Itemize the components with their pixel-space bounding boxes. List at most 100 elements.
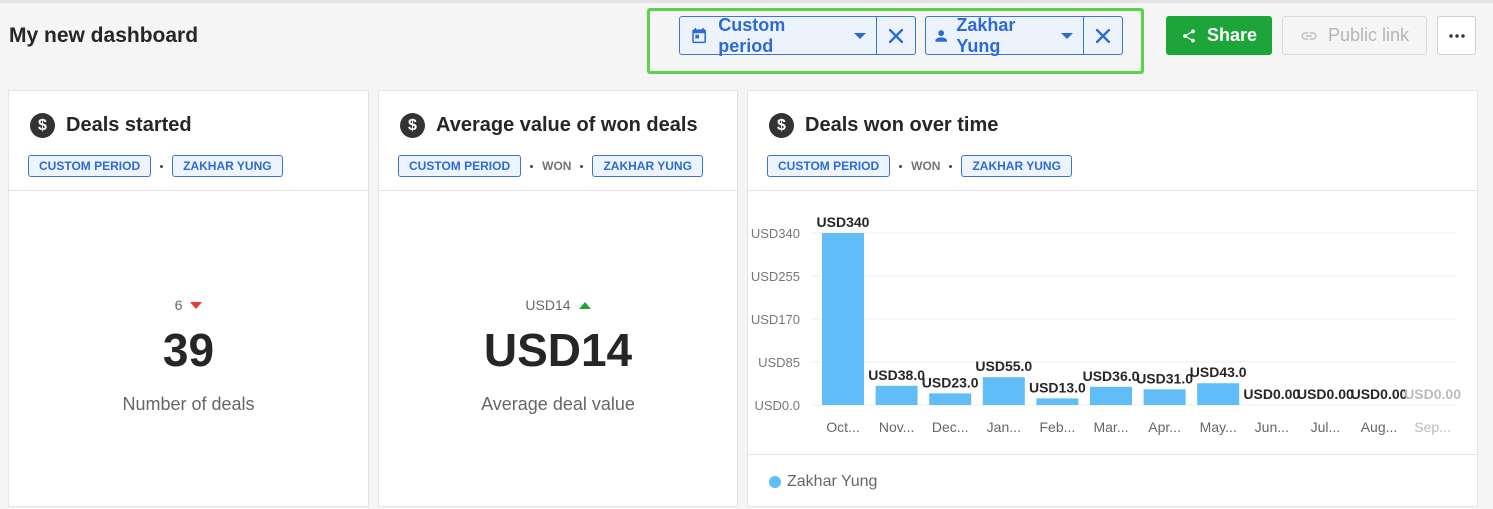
y-tick-label: USD255 — [751, 269, 800, 284]
bar — [822, 233, 864, 405]
x-tick-label: Jul... — [1311, 419, 1341, 435]
delta-value: USD14 — [525, 297, 571, 313]
public-link-label: Public link — [1327, 25, 1410, 45]
calendar-icon — [692, 27, 706, 44]
data-label: USD38.0 — [868, 367, 925, 383]
card-title: Average value of won deals — [436, 114, 698, 136]
share-button[interactable]: Share — [1166, 16, 1272, 55]
card-title: Deals started — [66, 114, 192, 136]
kpi-value: 39 — [162, 324, 215, 376]
card-title: Deals won over time — [805, 114, 999, 136]
y-tick-label: USD170 — [751, 312, 800, 327]
tag-status: WON — [542, 159, 572, 173]
bar-chart: USD0.0 USD85 USD170 USD255 USD340 USD340 Oct..… — [751, 214, 1461, 435]
period-filter[interactable]: Custom period — [679, 14, 916, 56]
tag-period[interactable]: CUSTOM PERIOD — [767, 155, 891, 177]
kpi-label: Average deal value — [481, 394, 635, 414]
chart-legend: Zakhar Yung — [748, 454, 1477, 508]
dollar-icon: $ — [769, 113, 794, 138]
user-filter[interactable]: Zakhar Yung — [925, 14, 1123, 56]
bar — [929, 393, 972, 405]
y-tick-label: USD85 — [758, 355, 800, 370]
x-tick-label: Feb... — [1040, 419, 1076, 435]
x-tick-label: Jan... — [987, 419, 1021, 435]
data-label: USD55.0 — [975, 358, 1032, 374]
legend-label[interactable]: Zakhar Yung — [787, 473, 877, 491]
data-label: USD0.00 — [1297, 386, 1354, 402]
dollar-icon: $ — [400, 113, 425, 138]
separator-dot — [580, 164, 584, 168]
x-tick-label: Apr... — [1148, 419, 1181, 435]
x-tick-label: Sep... — [1414, 419, 1451, 435]
dollar-icon: $ — [30, 113, 55, 138]
kpi-delta: USD14 — [379, 297, 737, 313]
bar — [1143, 389, 1186, 405]
data-label: USD340 — [817, 214, 870, 230]
close-icon — [1096, 28, 1110, 43]
top-divider — [0, 0, 1493, 3]
card-header: $ Average value of won deals CUSTOM PERI… — [379, 91, 737, 191]
separator-dot — [899, 164, 903, 168]
user-filter-dropdown[interactable]: Zakhar Yung — [926, 14, 1083, 56]
data-label: USD0.00 — [1404, 386, 1461, 402]
tag-period[interactable]: CUSTOM PERIOD — [398, 155, 522, 177]
kpi-label: Number of deals — [122, 394, 255, 414]
clear-user-button[interactable] — [1083, 17, 1122, 54]
separator-dot — [160, 164, 164, 168]
tag-user[interactable]: ZAKHAR YUNG — [961, 155, 1072, 177]
legend-swatch — [769, 475, 781, 488]
deals-started-card[interactable]: $ Deals started CUSTOM PERIOD ZAKHAR YUN… — [8, 90, 369, 507]
x-tick-label: Oct... — [826, 419, 859, 435]
x-tick-label: Mar... — [1093, 419, 1128, 435]
period-filter-label: Custom period — [718, 14, 786, 56]
bar — [1036, 398, 1079, 405]
share-icon — [1182, 28, 1195, 43]
tag-user[interactable]: ZAKHAR YUNG — [172, 155, 283, 177]
kpi-delta: 6 — [9, 297, 368, 313]
y-tick-label: USD0.0 — [754, 398, 800, 413]
x-tick-label: Nov... — [879, 419, 915, 435]
x-tick-label: Jun... — [1255, 419, 1289, 435]
dashboard-title: My new dashboard — [9, 24, 199, 47]
public-link-button[interactable]: Public link — [1282, 16, 1427, 55]
bar — [1197, 383, 1240, 405]
data-label: USD13.0 — [1029, 379, 1086, 395]
data-label: USD36.0 — [1083, 368, 1140, 384]
x-tick-label: Dec... — [932, 419, 969, 435]
card-header: $ Deals started CUSTOM PERIOD ZAKHAR YUN… — [9, 91, 368, 191]
x-tick-label: May... — [1200, 419, 1237, 435]
card-header: $ Deals won over time CUSTOM PERIOD WON … — [748, 91, 1477, 191]
kpi-value: USD14 — [483, 324, 633, 376]
chevron-down-icon — [1061, 32, 1073, 39]
separator-dot — [949, 164, 953, 168]
data-label: USD23.0 — [922, 374, 979, 390]
user-filter-label: Zakhar Yung — [956, 14, 1016, 56]
data-label: USD43.0 — [1190, 364, 1247, 380]
share-label: Share — [1206, 25, 1258, 45]
x-tick-label: Aug... — [1361, 419, 1398, 435]
deals-won-over-time-card[interactable]: $ Deals won over time CUSTOM PERIOD WON … — [747, 90, 1478, 507]
more-options-button[interactable] — [1437, 16, 1476, 55]
person-icon — [935, 29, 947, 42]
average-won-value-card[interactable]: $ Average value of won deals CUSTOM PERI… — [378, 90, 738, 507]
tag-user[interactable]: ZAKHAR YUNG — [592, 155, 703, 177]
close-icon — [889, 28, 903, 43]
arrow-up-icon — [578, 301, 591, 309]
clear-period-button[interactable] — [876, 17, 915, 54]
data-label: USD0.00 — [1243, 386, 1300, 402]
separator-dot — [530, 164, 534, 168]
data-label: USD31.0 — [1136, 370, 1193, 386]
arrow-down-icon — [190, 301, 203, 309]
link-icon — [1301, 31, 1317, 40]
y-tick-label: USD340 — [751, 226, 800, 241]
data-label: USD0.00 — [1351, 386, 1408, 402]
period-filter-dropdown[interactable]: Custom period — [680, 14, 876, 56]
tag-status: WON — [911, 159, 941, 173]
chevron-down-icon — [854, 32, 866, 39]
bar — [875, 385, 918, 405]
delta-value: 6 — [174, 297, 183, 313]
more-icon — [1448, 33, 1465, 38]
tag-period[interactable]: CUSTOM PERIOD — [28, 155, 152, 177]
bar — [982, 377, 1025, 405]
bar — [1090, 386, 1132, 405]
